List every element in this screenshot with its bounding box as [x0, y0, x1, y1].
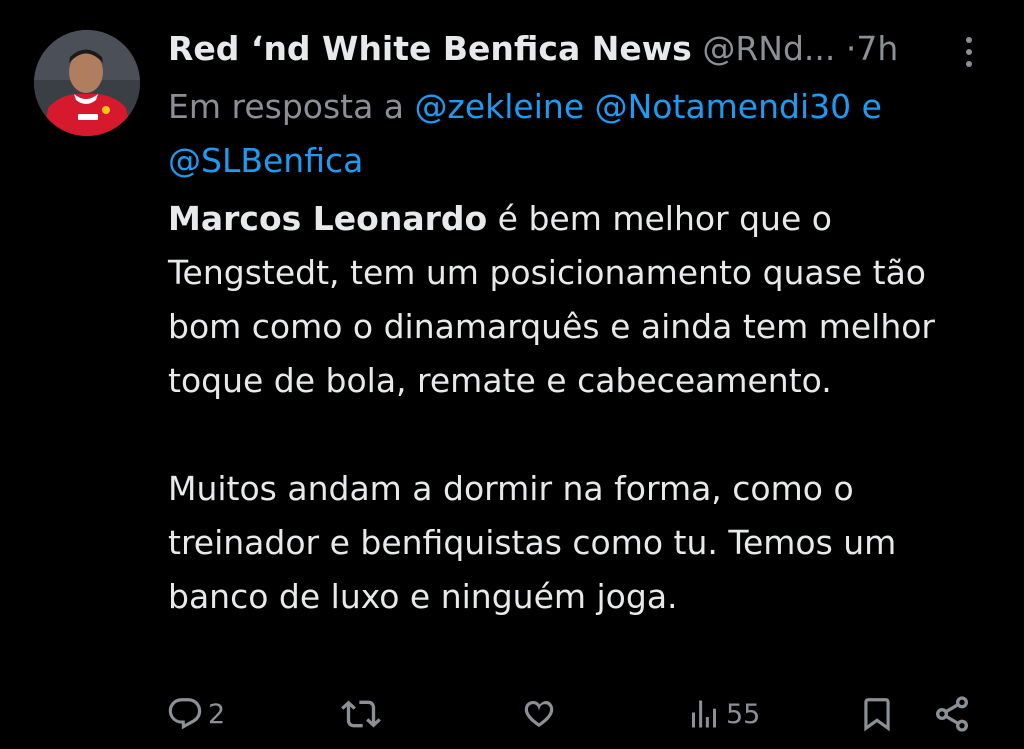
views-count: 55: [726, 698, 761, 730]
retweet-button[interactable]: [341, 686, 385, 742]
bookmark-icon: [858, 695, 896, 733]
views-button[interactable]: 55: [686, 686, 760, 742]
tweet-paragraph: Marcos Leonardo é bem melhor que o Tengs…: [168, 192, 998, 408]
avatar-image: [34, 30, 140, 136]
action-bar: 2 55: [0, 686, 1024, 742]
mention-link[interactable]: @SLBenfica: [168, 141, 363, 180]
reply-count: 2: [208, 698, 226, 730]
heart-icon: [520, 695, 558, 733]
share-icon: [932, 694, 972, 734]
separator-dot: ·: [845, 29, 857, 68]
like-button[interactable]: [520, 686, 562, 742]
views-icon: [686, 695, 722, 733]
display-name[interactable]: Red ‘nd White Benfica News: [168, 29, 692, 68]
bookmark-button[interactable]: [858, 686, 896, 742]
user-handle[interactable]: @RNd...: [702, 29, 835, 68]
reply-prefix: Em resposta a: [168, 87, 405, 126]
reply-context: Em resposta a @zekleine @Notamendi30 e @…: [168, 80, 988, 188]
tweet-paragraph: Muitos andam a dormir na forma, como o t…: [168, 469, 897, 616]
share-button[interactable]: [932, 686, 972, 742]
bold-name[interactable]: Marcos Leonardo: [168, 199, 487, 238]
tweet-header: Red ‘nd White Benfica News @RNd... ·7h: [168, 26, 968, 76]
mention-joiner: e: [861, 87, 882, 126]
mention-link[interactable]: @zekleine: [415, 87, 585, 126]
tweet-body: Marcos Leonardo é bem melhor que o Tengs…: [168, 192, 998, 624]
more-vertical-icon[interactable]: [958, 34, 980, 70]
reply-button[interactable]: 2: [166, 686, 225, 742]
retweet-icon: [341, 694, 381, 734]
timestamp[interactable]: 7h: [856, 29, 898, 68]
tweet[interactable]: Red ‘nd White Benfica News @RNd... ·7h E…: [0, 0, 1024, 749]
mention-link[interactable]: @Notamendi30: [595, 87, 852, 126]
avatar[interactable]: [34, 30, 140, 136]
reply-icon: [166, 695, 204, 733]
